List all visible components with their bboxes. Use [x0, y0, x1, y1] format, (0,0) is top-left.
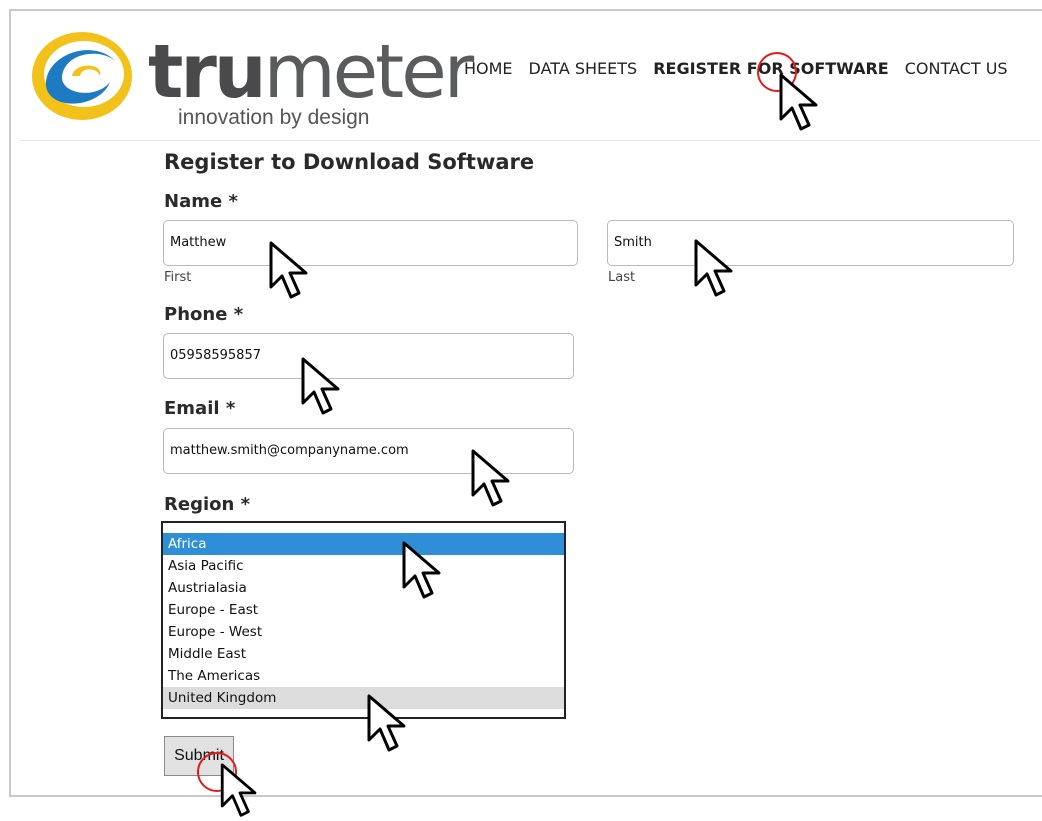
region-option-the-americas[interactable]: The Americas [163, 665, 564, 687]
region-option-europe-east[interactable]: Europe - East [163, 599, 564, 621]
region-option-asia-pacific[interactable]: Asia Pacific [163, 555, 564, 577]
click-marker-icon [197, 752, 237, 792]
email-label: Email * [164, 398, 236, 419]
region-label: Region * [164, 494, 251, 515]
trumeter-logo[interactable]: trumeter innovation by design [26, 24, 474, 134]
region-option-austrialasia[interactable]: Austrialasia [163, 577, 564, 599]
nav-home[interactable]: HOME [464, 59, 513, 78]
logo-tagline: innovation by design [178, 106, 370, 129]
form-title: Register to Download Software [164, 150, 535, 174]
logo-swirl-icon [32, 32, 132, 120]
nav-data-sheets[interactable]: DATA SHEETS [529, 59, 638, 78]
logo-wordmark: trumeter [148, 29, 474, 115]
header-divider [20, 140, 1040, 141]
last-name-sublabel: Last [608, 270, 636, 285]
region-option-middle-east[interactable]: Middle East [163, 643, 564, 665]
click-marker-icon [757, 52, 797, 92]
first-name-input[interactable]: Matthew [163, 220, 578, 266]
name-label: Name * [164, 191, 238, 212]
region-option-united-kingdom[interactable]: United Kingdom [163, 687, 564, 709]
main-nav: HOME DATA SHEETS REGISTER FOR SOFTWARE C… [464, 59, 1008, 78]
phone-input[interactable]: 05958595857 [163, 333, 574, 379]
nav-contact-us[interactable]: CONTACT US [905, 59, 1008, 78]
last-name-input[interactable]: Smith [607, 220, 1014, 266]
phone-label: Phone * [164, 304, 244, 325]
email-input[interactable]: matthew.smith@companyname.com [163, 428, 574, 474]
region-listbox[interactable]: Africa Asia Pacific Austrialasia Europe … [161, 521, 566, 719]
region-option-africa[interactable]: Africa [163, 533, 564, 555]
region-option-europe-west[interactable]: Europe - West [163, 621, 564, 643]
first-name-sublabel: First [164, 270, 192, 285]
